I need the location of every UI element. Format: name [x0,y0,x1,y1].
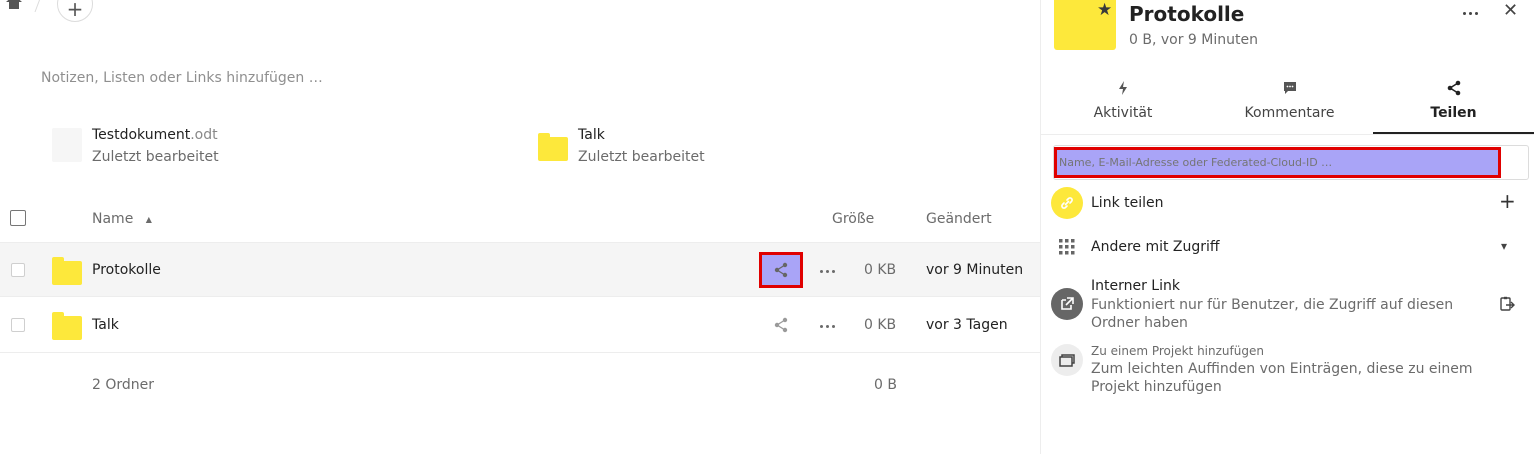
recent-item-basename: Testdokument [92,127,191,143]
recent-item-name[interactable]: Testdokument.odt [92,127,218,143]
tab-label: Teilen [1430,105,1477,121]
internal-link-avatar [1051,288,1083,320]
share-button[interactable] [759,252,803,288]
tab-label: Kommentare [1244,105,1335,121]
summary-count: 2 Ordner [92,377,155,393]
row-checkbox[interactable] [11,318,25,332]
recent-item-subtitle: Zuletzt bearbeitet [578,149,705,165]
new-button[interactable]: + [57,0,93,22]
sidebar-title: Protokolle [1129,2,1245,26]
folder-icon[interactable] [538,133,568,161]
column-header-modified[interactable]: Geändert [926,211,992,227]
file-modified: vor 9 Minuten [926,262,1024,278]
activity-icon [1119,81,1127,95]
column-header-size[interactable]: Größe [832,211,874,227]
breadcrumb-separator [34,0,42,13]
document-icon[interactable] [52,128,82,162]
internal-link-description: Funktioniert nur für Benutzer, die Zugri… [1091,297,1454,331]
project-avatar [1051,344,1083,376]
file-modified: vor 3 Tagen [926,317,1008,333]
plus-icon: + [66,0,84,21]
sidebar-subtitle: 0 B, vor 9 Minuten [1129,32,1258,48]
folder-icon[interactable] [52,312,82,340]
tab-activity[interactable]: Aktivität [1040,70,1206,134]
others-with-access-label[interactable]: Andere mit Zugriff [1091,239,1220,255]
close-icon[interactable]: ✕ [1503,0,1518,21]
share-search-input-wrapper[interactable] [1054,147,1501,178]
file-name[interactable]: Protokolle [92,262,161,278]
summary-size: 0 B [874,377,897,393]
row-checkbox[interactable] [11,263,25,277]
sidebar-more-icon[interactable] [1460,6,1480,20]
copy-clipboard-icon[interactable] [1499,296,1515,316]
grid-icon [1059,239,1075,259]
active-tab-indicator [1373,132,1534,134]
file-size: 0 KB [864,317,897,333]
comment-icon [1283,82,1296,94]
link-icon [1061,197,1073,209]
home-icon[interactable] [6,0,22,9]
share-search-input[interactable] [1054,147,1501,178]
tab-sharing[interactable]: Teilen [1373,70,1534,134]
caret-down-icon[interactable]: ▾ [1501,239,1507,253]
tab-label: Aktivität [1093,105,1153,121]
file-name[interactable]: Talk [92,317,119,333]
tab-baseline [1040,134,1534,135]
external-link-icon [1061,297,1074,310]
internal-link-title: Interner Link [1091,278,1180,294]
sort-ascending-icon: ▲ [145,214,152,224]
notes-placeholder[interactable]: Notizen, Listen oder Links hinzufügen … [41,70,323,86]
column-header-name-label: Name [92,211,134,227]
select-all-checkbox[interactable] [10,210,26,226]
recent-item-extension: .odt [190,127,218,143]
projects-icon [1059,354,1075,367]
column-header-name[interactable]: Name ▲ [92,211,152,227]
row-divider [0,352,1040,353]
recent-item-subtitle: Zuletzt bearbeitet [92,149,219,165]
share-icon [774,317,788,333]
share-icon [774,262,788,278]
more-actions-icon[interactable] [817,264,837,278]
file-size: 0 KB [864,262,897,278]
add-link-share-icon[interactable]: + [1499,191,1516,211]
more-actions-icon[interactable] [817,319,837,333]
favorite-star-icon[interactable]: ★ [1097,2,1112,19]
share-icon [1447,80,1460,96]
link-share-avatar [1051,187,1083,219]
project-title[interactable]: Zu einem Projekt hinzufügen [1091,344,1264,358]
project-description: Zum leichten Auffinden von Einträgen, di… [1091,361,1473,395]
recent-item-name[interactable]: Talk [578,127,605,143]
tab-comments[interactable]: Kommentare [1206,70,1373,134]
link-share-label[interactable]: Link teilen [1091,195,1164,211]
share-button[interactable] [759,307,803,343]
folder-icon[interactable] [52,257,82,285]
